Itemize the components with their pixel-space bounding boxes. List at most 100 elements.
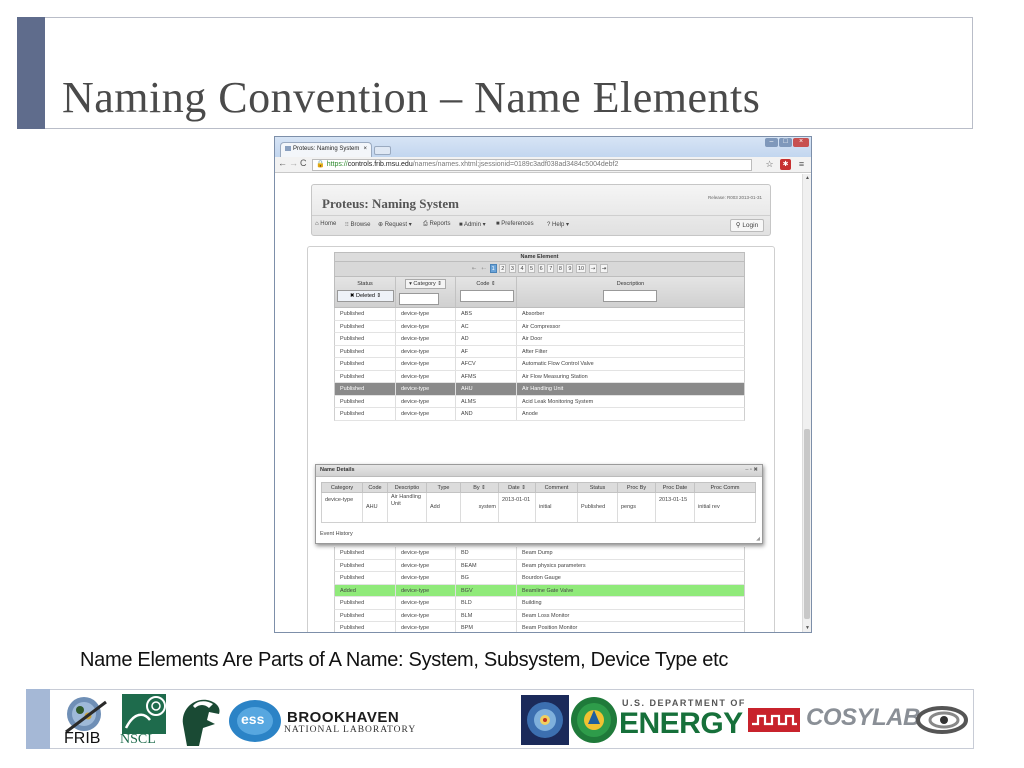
page-button[interactable]: 5 (528, 264, 536, 273)
first-page-button[interactable]: ⇤ (471, 265, 478, 274)
slide-title: Naming Convention – Name Elements (62, 73, 761, 122)
table-row[interactable]: Published device-type AD Air Door (334, 333, 745, 346)
cell-description: Beam Dump (522, 550, 553, 556)
category-filter-input[interactable] (399, 293, 439, 305)
details-col[interactable]: Descriptio (388, 483, 427, 493)
browser-toolbar: ← → C 🔒 https://controls.frib.msu.edu/nam… (275, 157, 811, 173)
details-cell: initial (536, 493, 578, 522)
menu-preferences[interactable]: ■ Preferences (496, 221, 534, 227)
page-button[interactable]: 9 (566, 264, 574, 273)
cell-category: device-type (396, 395, 456, 408)
status-filter[interactable]: ✖ Deleted ⇕ (337, 290, 394, 302)
details-cell: AHU (363, 493, 388, 522)
next-page-button[interactable]: ⇢ (588, 264, 598, 273)
menu-reports[interactable]: ⎙ Reports (423, 221, 450, 228)
tab-close-icon[interactable]: × (363, 143, 367, 156)
table-row[interactable]: Published device-type AHU Air Handling Unit (334, 383, 745, 396)
minimize-button[interactable]: – (765, 138, 778, 147)
table-row[interactable]: Published device-type ALMS Acid Leak Monito… (334, 395, 745, 408)
pulse-logo (748, 708, 800, 732)
close-window-button[interactable]: × (793, 138, 809, 147)
page-button[interactable]: 2 (499, 264, 507, 273)
tab-strip: Proteus: Naming System × – □ × (275, 137, 811, 157)
browser-tab[interactable]: Proteus: Naming System × (280, 142, 372, 157)
event-history-link[interactable]: Event History (320, 531, 353, 537)
details-col[interactable]: Category (322, 483, 363, 493)
table-row[interactable]: Added device-type BGV Beamline Gate Valve (334, 584, 745, 597)
back-arrow-icon[interactable]: ← (278, 158, 287, 168)
resize-grip-icon[interactable]: ◢ (756, 536, 760, 542)
page-button[interactable]: 10 (576, 264, 587, 273)
login-button[interactable]: ⚲ Login (730, 219, 764, 232)
scroll-down-icon[interactable]: ▼ (803, 624, 811, 632)
grid-body-upper: Published device-type ABS Absorber Published… (334, 308, 745, 421)
details-row[interactable]: device-type AHU Air Handling Unit Add sy… (321, 493, 756, 523)
cell-description: Air Flow Measuring Station (522, 373, 588, 380)
description-filter-input[interactable] (603, 290, 657, 302)
vertical-scrollbar[interactable]: ▲ ▼ (802, 174, 811, 632)
menu-icon[interactable]: ≡ (796, 159, 807, 170)
table-row[interactable]: Published device-type AFCV Automatic Flow C… (334, 358, 745, 371)
code-filter-input[interactable] (460, 290, 514, 302)
details-col[interactable]: Date ⇕ (499, 483, 536, 493)
menu-request[interactable]: ⊕ Request ▾ (378, 221, 412, 228)
menu-home[interactable]: ⌂ Home (315, 221, 336, 227)
cell-status: Published (335, 572, 396, 584)
table-row[interactable]: Published device-type BLD Building (334, 597, 745, 610)
address-bar[interactable]: 🔒 https://controls.frib.msu.edu/names/nam… (312, 159, 752, 171)
cell-code: AD (456, 333, 517, 345)
table-row[interactable]: Published device-type BG Bourdon Gauge (334, 572, 745, 585)
dialog-controls[interactable]: – ▫ ✖ (745, 467, 758, 473)
new-tab-button[interactable] (374, 146, 391, 155)
cell-description: Building (522, 600, 542, 606)
details-col[interactable]: Type (427, 483, 461, 493)
menu-help[interactable]: ? Help ▾ (547, 221, 569, 228)
cell-description: Air Door (522, 336, 543, 342)
page-button[interactable]: 8 (556, 264, 564, 273)
cell-description: Beam Position Monitor (522, 625, 578, 631)
cell-category: device-type (396, 383, 456, 395)
cell-code: BPM (456, 622, 517, 632)
bookmark-star-icon[interactable]: ☆ (764, 159, 775, 170)
scroll-thumb[interactable] (804, 429, 810, 619)
reload-icon[interactable]: C (300, 158, 307, 168)
table-row[interactable]: Published device-type BLM Beam Loss Monitor (334, 609, 745, 622)
menu-admin[interactable]: ■ Admin ▾ (459, 221, 486, 228)
page-button[interactable]: 3 (508, 264, 516, 273)
table-row[interactable]: Published device-type ABS Absorber (334, 308, 745, 321)
page-button[interactable]: 7 (547, 264, 555, 273)
details-col[interactable]: Proc By (618, 483, 656, 493)
table-row[interactable]: Published device-type AF After Filter (334, 345, 745, 358)
scroll-up-icon[interactable]: ▲ (803, 174, 811, 182)
table-row[interactable]: Published device-type BD Beam Dump (334, 547, 745, 560)
table-row[interactable]: Published device-type BPM Beam Position Mon… (334, 622, 745, 632)
page-icon (285, 146, 291, 151)
cell-code: BLM (456, 609, 517, 622)
dialog-title: Name Details (316, 465, 762, 477)
cosylab-wordmark: COSYLAB (806, 704, 920, 731)
details-col[interactable]: Code (363, 483, 388, 493)
details-col[interactable]: Comment (536, 483, 578, 493)
page-button[interactable]: 4 (518, 264, 526, 273)
last-page-button[interactable]: ⇥ (599, 264, 609, 273)
maximize-button[interactable]: □ (779, 138, 792, 147)
table-row[interactable]: Published device-type BEAM Beam physics par… (334, 559, 745, 572)
page-button[interactable]: 1 (489, 264, 497, 273)
cell-description: After Filter (522, 348, 548, 355)
menu-browse[interactable]: ⁝⁝ Browse (345, 221, 371, 228)
details-col[interactable]: Proc Date (656, 483, 695, 493)
details-col[interactable]: By ⇕ (461, 483, 499, 493)
forward-arrow-icon[interactable]: → (289, 158, 298, 168)
details-col[interactable]: Proc Comm (695, 483, 755, 493)
cell-code: BG (456, 572, 517, 584)
msu-spartan-logo (173, 694, 225, 748)
table-row[interactable]: Published device-type AFMS Air Flow Measuri… (334, 370, 745, 383)
details-col[interactable]: Status (578, 483, 618, 493)
cell-code: AND (456, 408, 517, 420)
table-row[interactable]: Published device-type AND Anode (334, 408, 745, 421)
page-button[interactable]: 6 (537, 264, 545, 273)
prev-page-button[interactable]: ⇠ (480, 265, 487, 274)
ess-wordmark: ess (241, 711, 265, 727)
extension-icon[interactable]: ✱ (780, 159, 791, 170)
table-row[interactable]: Published device-type AC Air Compressor (334, 320, 745, 333)
